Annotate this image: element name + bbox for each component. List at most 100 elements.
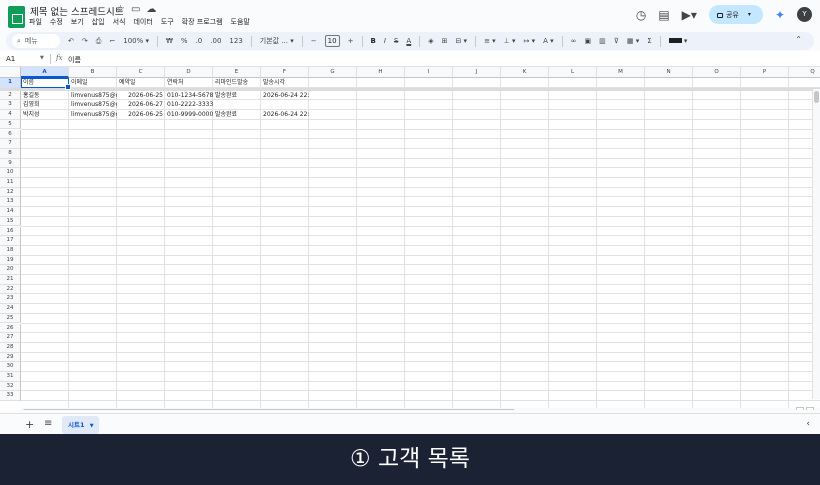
chevron-down-icon[interactable]: ▼ [90, 423, 94, 429]
row-header[interactable]: 33 [0, 391, 21, 402]
table-cell[interactable]: 010-1234-5678 [165, 91, 213, 101]
column-header[interactable]: F [261, 67, 309, 78]
font-size-input[interactable]: 10 [324, 35, 340, 47]
version-history-icon[interactable]: ◷ [636, 7, 646, 23]
text-wrap-icon[interactable]: ↦ ▾ [524, 37, 536, 45]
table-cell[interactable]: 2026-06-25 [117, 91, 165, 101]
menu-item[interactable]: 파일 [29, 17, 42, 27]
row-header[interactable]: 2 [0, 90, 21, 101]
vertical-align-icon[interactable]: ⊥ ▾ [504, 37, 516, 45]
row-header[interactable]: 21 [0, 275, 21, 285]
column-header[interactable]: P [741, 67, 789, 78]
sheets-logo-icon[interactable] [8, 6, 25, 28]
horizontal-scrollbar[interactable] [21, 408, 820, 410]
menu-item[interactable]: 서식 [113, 17, 126, 27]
row-header[interactable]: 8 [0, 148, 21, 159]
column-header[interactable]: L [549, 67, 597, 78]
column-header[interactable]: H [357, 67, 405, 78]
tab-sheet1[interactable]: 시트1 ▼ [62, 416, 99, 434]
row-header[interactable]: 28 [0, 342, 21, 353]
column-header[interactable]: B [69, 67, 117, 78]
row-header[interactable]: 17 [0, 236, 21, 246]
table-cell[interactable]: 2026-06-25 [117, 110, 165, 120]
row-header[interactable]: 4 [0, 110, 21, 120]
column-header[interactable]: O [693, 67, 741, 78]
row-header[interactable]: 26 [0, 323, 21, 334]
header-cell[interactable]: 발송시각 [261, 78, 309, 88]
row-header[interactable]: 24 [0, 304, 21, 314]
row-header[interactable]: 19 [0, 255, 21, 266]
row-header[interactable]: 11 [0, 178, 21, 188]
table-cell[interactable]: 2026-06-24 22:5 [261, 91, 309, 101]
gemini-icon[interactable]: ✦ [775, 8, 785, 22]
row-header[interactable]: 13 [0, 197, 21, 208]
column-header[interactable]: Q [789, 67, 820, 78]
row-header[interactable]: 3 [0, 100, 21, 111]
input-tools-button[interactable]: ▾ [668, 37, 687, 45]
italic-icon[interactable]: I [384, 37, 386, 45]
functions-icon[interactable]: Σ [647, 37, 651, 45]
menu-item[interactable]: 도움말 [231, 17, 250, 27]
star-icon[interactable]: ☆ [116, 4, 125, 15]
row-header[interactable]: 30 [0, 362, 21, 372]
row-header[interactable]: 25 [0, 313, 21, 324]
row-header[interactable]: 1 [0, 78, 21, 88]
column-header[interactable]: J [453, 67, 501, 78]
column-header[interactable]: M [597, 67, 645, 78]
font-size-decrease-icon[interactable]: − [311, 37, 317, 45]
header-cell[interactable]: 연락처 [165, 78, 213, 88]
decrease-decimal-button[interactable]: .0 [196, 37, 203, 45]
chevron-down-icon[interactable]: ▾ [748, 11, 751, 18]
row-header[interactable]: 23 [0, 294, 21, 305]
row-header[interactable]: 5 [0, 119, 21, 130]
table-cell[interactable]: limvenus875@g [69, 100, 117, 110]
menu-item[interactable]: 삽입 [92, 17, 105, 27]
menu-item[interactable]: 도구 [161, 17, 174, 27]
row-header[interactable]: 7 [0, 139, 21, 149]
table-cell[interactable]: 홍길동 [21, 91, 69, 101]
column-header[interactable]: E [213, 67, 261, 78]
table-cell[interactable]: 010-9999-0000 [165, 110, 213, 120]
table-cell[interactable]: 2026-06-27 [117, 100, 165, 110]
move-folder-icon[interactable]: ▭ [131, 4, 140, 15]
undo-icon[interactable]: ↶ [68, 37, 74, 45]
scroll-left-icon[interactable]: ◂ [796, 407, 804, 410]
menu-search[interactable]: ⌕ 메뉴 [12, 34, 60, 48]
column-header[interactable]: G [309, 67, 357, 78]
explore-collapse-icon[interactable]: ‹ [806, 419, 810, 429]
row-header[interactable]: 27 [0, 333, 21, 343]
vertical-scrollbar-thumb[interactable] [814, 91, 819, 103]
cloud-status-icon[interactable]: ☁ [146, 4, 156, 15]
formula-input[interactable]: 이름 [68, 55, 81, 65]
row-header[interactable]: 22 [0, 284, 21, 295]
header-cell[interactable]: 이메일 [69, 78, 117, 88]
column-header[interactable]: I [405, 67, 453, 78]
row-header[interactable]: 29 [0, 352, 21, 363]
column-header[interactable]: A [21, 67, 69, 78]
menu-item[interactable]: 데이터 [133, 17, 152, 27]
horizontal-align-icon[interactable]: ≡ ▾ [484, 37, 496, 45]
row-header[interactable]: 10 [0, 168, 21, 178]
table-cell[interactable]: 발송완료 [213, 110, 261, 120]
table-cell[interactable]: 박지성 [21, 110, 69, 120]
meet-icon[interactable]: ▶▾ [682, 7, 697, 23]
redo-icon[interactable]: ↷ [82, 37, 88, 45]
row-header[interactable]: 15 [0, 216, 21, 227]
table-cell[interactable]: 010-2222-3333 [165, 100, 213, 110]
table-cell[interactable] [261, 100, 309, 110]
table-cell[interactable] [213, 100, 261, 110]
row-header[interactable]: 12 [0, 187, 21, 198]
header-cell[interactable]: 예약일 [117, 78, 165, 88]
more-formats-button[interactable]: 123 [229, 37, 242, 45]
zoom-select[interactable]: 100% ▾ [123, 37, 149, 45]
column-header[interactable]: N [645, 67, 693, 78]
percent-format-button[interactable]: % [181, 37, 188, 45]
all-sheets-icon[interactable]: ≡ [44, 418, 52, 429]
filter-views-icon[interactable]: ▦ ▾ [627, 37, 639, 45]
comments-icon[interactable]: ▤ [658, 7, 669, 23]
text-rotation-icon[interactable]: A ▾ [543, 37, 554, 45]
avatar[interactable]: Y [797, 7, 812, 22]
add-sheet-icon[interactable]: + [25, 418, 34, 431]
chevron-down-icon[interactable]: ▼ [40, 55, 44, 61]
row-header[interactable]: 31 [0, 372, 21, 382]
